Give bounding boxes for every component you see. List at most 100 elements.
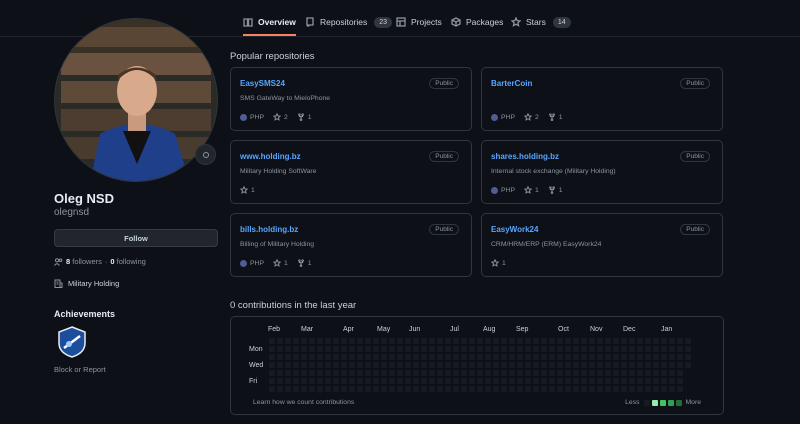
contribution-cell[interactable]	[277, 362, 283, 368]
contribution-cell[interactable]	[485, 338, 491, 344]
contribution-cell[interactable]	[629, 362, 635, 368]
contribution-cell[interactable]	[621, 338, 627, 344]
contribution-cell[interactable]	[389, 386, 395, 392]
contribution-cell[interactable]	[533, 386, 539, 392]
contribution-cell[interactable]	[405, 354, 411, 360]
contribution-cell[interactable]	[621, 378, 627, 384]
repo-forks[interactable]: 1	[548, 186, 563, 194]
contribution-cell[interactable]	[309, 378, 315, 384]
contribution-cell[interactable]	[589, 370, 595, 376]
contribution-cell[interactable]	[509, 386, 515, 392]
contribution-cell[interactable]	[333, 354, 339, 360]
contribution-cell[interactable]	[541, 370, 547, 376]
contribution-cell[interactable]	[613, 346, 619, 352]
contribution-cell[interactable]	[349, 338, 355, 344]
contribution-cell[interactable]	[517, 362, 523, 368]
contribution-cell[interactable]	[445, 386, 451, 392]
contribution-cell[interactable]	[581, 362, 587, 368]
contribution-cell[interactable]	[341, 362, 347, 368]
contribution-cell[interactable]	[461, 346, 467, 352]
contribution-cell[interactable]	[437, 378, 443, 384]
contribution-cell[interactable]	[397, 378, 403, 384]
contribution-cell[interactable]	[669, 386, 675, 392]
contribution-cell[interactable]	[429, 346, 435, 352]
contribution-cell[interactable]	[685, 354, 691, 360]
contribution-cell[interactable]	[301, 346, 307, 352]
contribution-cell[interactable]	[565, 362, 571, 368]
contribution-cell[interactable]	[653, 370, 659, 376]
contribution-cell[interactable]	[557, 354, 563, 360]
contribution-cell[interactable]	[293, 346, 299, 352]
contribution-cell[interactable]	[325, 370, 331, 376]
contribution-cell[interactable]	[357, 354, 363, 360]
tab-projects[interactable]: Projects	[396, 10, 442, 36]
contribution-cell[interactable]	[301, 338, 307, 344]
repo-stars[interactable]: 2	[523, 113, 539, 121]
contribution-cell[interactable]	[677, 346, 683, 352]
contribution-cell[interactable]	[637, 354, 643, 360]
contribution-cell[interactable]	[365, 346, 371, 352]
contribution-cell[interactable]	[557, 386, 563, 392]
contribution-cell[interactable]	[493, 378, 499, 384]
contribution-cell[interactable]	[461, 378, 467, 384]
contribution-cell[interactable]	[557, 338, 563, 344]
contribution-cell[interactable]	[517, 346, 523, 352]
achievement-badge[interactable]	[58, 326, 86, 358]
contribution-cell[interactable]	[317, 346, 323, 352]
contribution-cell[interactable]	[373, 338, 379, 344]
contribution-cell[interactable]	[349, 346, 355, 352]
contribution-cell[interactable]	[605, 346, 611, 352]
contribution-cell[interactable]	[581, 386, 587, 392]
contribution-cell[interactable]	[677, 362, 683, 368]
contribution-cell[interactable]	[357, 338, 363, 344]
contribution-cell[interactable]	[493, 370, 499, 376]
contribution-cell[interactable]	[573, 362, 579, 368]
contribution-cell[interactable]	[365, 338, 371, 344]
contribution-cell[interactable]	[565, 378, 571, 384]
contribution-cell[interactable]	[413, 386, 419, 392]
contribution-cell[interactable]	[501, 370, 507, 376]
contribution-cell[interactable]	[333, 346, 339, 352]
contribution-cell[interactable]	[349, 378, 355, 384]
contribution-cell[interactable]	[525, 354, 531, 360]
contribution-cell[interactable]	[469, 354, 475, 360]
contribution-cell[interactable]	[357, 370, 363, 376]
contribution-cell[interactable]	[581, 370, 587, 376]
contribution-cell[interactable]	[333, 378, 339, 384]
contribution-cell[interactable]	[373, 362, 379, 368]
contribution-cell[interactable]	[285, 386, 291, 392]
contribution-cell[interactable]	[309, 370, 315, 376]
contribution-cell[interactable]	[333, 386, 339, 392]
contribution-cell[interactable]	[445, 370, 451, 376]
contribution-cell[interactable]	[309, 338, 315, 344]
tab-packages[interactable]: Packages	[451, 10, 503, 36]
contribution-cell[interactable]	[669, 354, 675, 360]
contribution-cell[interactable]	[365, 354, 371, 360]
contribution-cell[interactable]	[373, 354, 379, 360]
contribution-cell[interactable]	[349, 362, 355, 368]
contribution-cell[interactable]	[621, 346, 627, 352]
contribution-cell[interactable]	[341, 354, 347, 360]
contribution-cell[interactable]	[509, 354, 515, 360]
repo-forks[interactable]: 1	[548, 113, 563, 121]
contribution-cell[interactable]	[389, 354, 395, 360]
contribution-cell[interactable]	[461, 338, 467, 344]
contribution-cell[interactable]	[381, 354, 387, 360]
contribution-cell[interactable]	[421, 346, 427, 352]
tab-overview[interactable]: Overview	[243, 10, 296, 36]
contribution-cell[interactable]	[669, 346, 675, 352]
contribution-cell[interactable]	[493, 354, 499, 360]
contribution-cell[interactable]	[573, 378, 579, 384]
contribution-cell[interactable]	[469, 370, 475, 376]
contribution-cell[interactable]	[565, 354, 571, 360]
contribution-cell[interactable]	[437, 354, 443, 360]
contribution-cell[interactable]	[581, 378, 587, 384]
contribution-cell[interactable]	[653, 338, 659, 344]
contribution-cell[interactable]	[421, 386, 427, 392]
contribution-cell[interactable]	[285, 362, 291, 368]
contribution-cell[interactable]	[517, 354, 523, 360]
contribution-cell[interactable]	[589, 338, 595, 344]
contribution-cell[interactable]	[429, 362, 435, 368]
contribution-cell[interactable]	[637, 362, 643, 368]
contribution-cell[interactable]	[677, 370, 683, 376]
